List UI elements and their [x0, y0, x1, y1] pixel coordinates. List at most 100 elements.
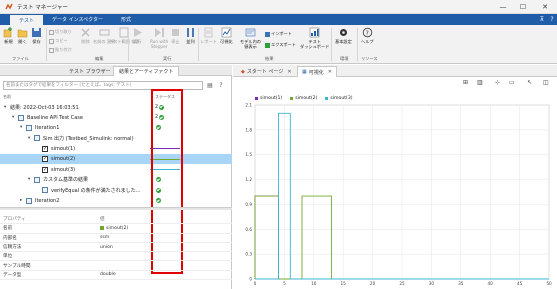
legend-entry[interactable]: simout(3) — [325, 96, 353, 101]
y-tick-label: 2.1 — [245, 103, 252, 108]
cursor-icon[interactable]: ↖ — [527, 79, 532, 86]
x-tick-label: 40 — [488, 281, 494, 286]
panel-splitter[interactable] — [0, 207, 232, 210]
zoom-icon[interactable]: ⊞ — [463, 79, 468, 86]
run-button[interactable]: 実行 — [132, 27, 143, 44]
y-tick-label: 0.3 — [245, 252, 252, 257]
test-dashboard-button[interactable]: テスト ダッシュボード — [300, 27, 329, 49]
sim-output-icon — [34, 135, 40, 142]
layout-icon[interactable]: ▥ — [477, 79, 483, 86]
window-title: テスト マネージャー — [17, 4, 68, 11]
signal-checkbox[interactable]: ✓ — [42, 166, 48, 173]
x-tick-label: 35 — [458, 281, 464, 286]
app-logo-icon — [5, 3, 13, 9]
save-button[interactable]: 保存 — [31, 27, 42, 44]
pan-icon[interactable]: ⊹ — [495, 79, 500, 86]
copy-icon — [49, 38, 54, 44]
tree-row-iteration2[interactable]: ▸ Iteration2 — [0, 196, 232, 206]
tab-format[interactable]: 形式 — [112, 14, 140, 25]
collapse-ribbon-icon[interactable]: ⊼ — [537, 14, 547, 25]
visualize-icon — [221, 27, 232, 38]
tab-visualize[interactable]: ▦ 可視化 ✕ — [297, 66, 337, 77]
import-button[interactable]: インポート — [265, 31, 292, 37]
open-button[interactable]: 開く — [17, 27, 28, 44]
plot-icon: ▦ — [302, 69, 307, 75]
help-icon[interactable]: ? — [217, 81, 225, 89]
iteration-icon — [26, 197, 32, 204]
parallel-button[interactable]: 並列 — [185, 27, 196, 44]
group-results-label: 結果 — [265, 56, 274, 61]
tree-row-signal-selected[interactable]: ✓ simout(2) — [0, 153, 232, 165]
report-button[interactable]: レポート — [200, 27, 217, 44]
legend-entry[interactable]: simout(1) — [255, 96, 282, 101]
tree-row-iteration1[interactable]: ▾ Iteration1 — [0, 123, 232, 133]
tree-row-signal[interactable]: ✓ simout(1) — [0, 144, 232, 154]
report-icon — [204, 27, 213, 38]
tree-row-sim-output[interactable]: ▾ Sim 出力 (Testbed_Simulink: normal) — [0, 133, 232, 143]
y-tick-label: 1.8 — [245, 127, 252, 132]
fit-icon[interactable]: ▭ — [509, 79, 515, 86]
delete-icon — [81, 28, 90, 37]
copy-button[interactable]: コピー — [49, 38, 68, 44]
group-run-label: 実行 — [163, 56, 172, 61]
stop-icon — [172, 29, 179, 36]
iteration-icon — [26, 124, 32, 131]
help-search-icon[interactable]: ? — [547, 14, 557, 25]
property-row: 信頼方法 union — [0, 243, 232, 253]
tab-data-inspector[interactable]: データ インスペクター — [43, 14, 112, 25]
tab-start-page[interactable]: ◆ スタート ページ ✕ — [237, 66, 296, 77]
tree-row-result[interactable]: ▾ 結果: 2022-Oct-03 16:03:51 2 — [0, 102, 232, 112]
camera-icon[interactable]: ◫ — [543, 79, 549, 86]
tree-row-test-case[interactable]: ▾ Baseline API Test Case 2 — [0, 112, 232, 122]
signal-checkbox[interactable]: ✓ — [42, 156, 48, 163]
close-window-button[interactable]: ✕ — [536, 0, 554, 14]
color-swatch — [100, 226, 104, 231]
paste-button[interactable]: 貼り付け — [49, 47, 72, 53]
signal-plot[interactable]: 0 5 10 15 20 25 30 35 40 45 50 0 0.3 0.6 0.9 1.2 1.5 1.8 2… — [233, 103, 557, 289]
export-button[interactable]: エクスポート — [265, 42, 296, 48]
property-row: 名前 simout(2) — [0, 224, 232, 234]
y-tick-label: 1.2 — [245, 177, 252, 182]
tab-test-browser[interactable]: テスト ブラウザー — [64, 66, 116, 76]
tree-row-verify[interactable]: verifyEqual の条件が満たされました... — [0, 185, 232, 195]
tab-results-artifacts[interactable]: 結果とアーティファクト — [113, 66, 180, 76]
legend-swatch — [255, 97, 258, 100]
import-icon — [265, 31, 270, 37]
y-tick-label: 1.5 — [245, 152, 252, 157]
visualize-button[interactable]: 可視化 — [220, 27, 233, 44]
new-icon — [3, 27, 12, 38]
rename-icon — [99, 29, 110, 36]
model-values-button[interactable]: モデル内の 値表示 — [240, 27, 261, 49]
visualization-panel: ◆ スタート ページ ✕ ▦ 可視化 ✕ ⊞ ▥ ⊹ ▭ ↖ ◫ simout(… — [233, 65, 557, 289]
column-name: 名前 — [3, 94, 11, 99]
y-tick-label: 0.6 — [245, 227, 252, 232]
help-icon: ? — [362, 27, 372, 38]
model-values-icon — [245, 28, 256, 37]
x-tick-label: 45 — [517, 281, 523, 286]
help-button[interactable]: ? ヘルプ — [361, 27, 374, 44]
tab-test[interactable]: テスト — [10, 15, 44, 25]
new-button[interactable]: 新規 — [3, 27, 14, 44]
ribbon-separator — [331, 28, 332, 61]
stop-button[interactable]: 停止 — [170, 27, 181, 44]
x-tick-label: 0 — [254, 281, 257, 286]
close-tab-icon[interactable]: ✕ — [287, 69, 291, 75]
ribbon-separator — [128, 28, 129, 61]
group-file-label: ファイル — [12, 56, 29, 61]
preferences-button[interactable]: 基本設定 — [335, 27, 352, 44]
legend-entry[interactable]: simout(2) — [290, 96, 317, 101]
y-tick-label: 0 — [249, 277, 252, 282]
cut-button[interactable]: 切り取り — [49, 29, 72, 35]
filter-menu-icon[interactable]: ▤ — [206, 81, 214, 89]
run-with-stepper-button[interactable]: Run with Stepper — [150, 27, 168, 49]
x-tick-label: 20 — [370, 281, 376, 286]
tree-row-signal[interactable]: ✓ simout(3) — [0, 164, 232, 174]
close-tab-icon[interactable]: ✕ — [328, 69, 332, 75]
open-folder-icon — [17, 29, 28, 38]
delete-button[interactable]: 削除 — [80, 27, 91, 44]
tree-row-custom-criteria[interactable]: ▾ カスタム基準の結果 — [0, 175, 232, 185]
minimize-button[interactable]: — — [494, 0, 512, 14]
maximize-button[interactable]: ☐ — [514, 0, 532, 14]
signal-checkbox[interactable]: ✓ — [42, 145, 48, 152]
x-tick-label: 30 — [429, 281, 435, 286]
